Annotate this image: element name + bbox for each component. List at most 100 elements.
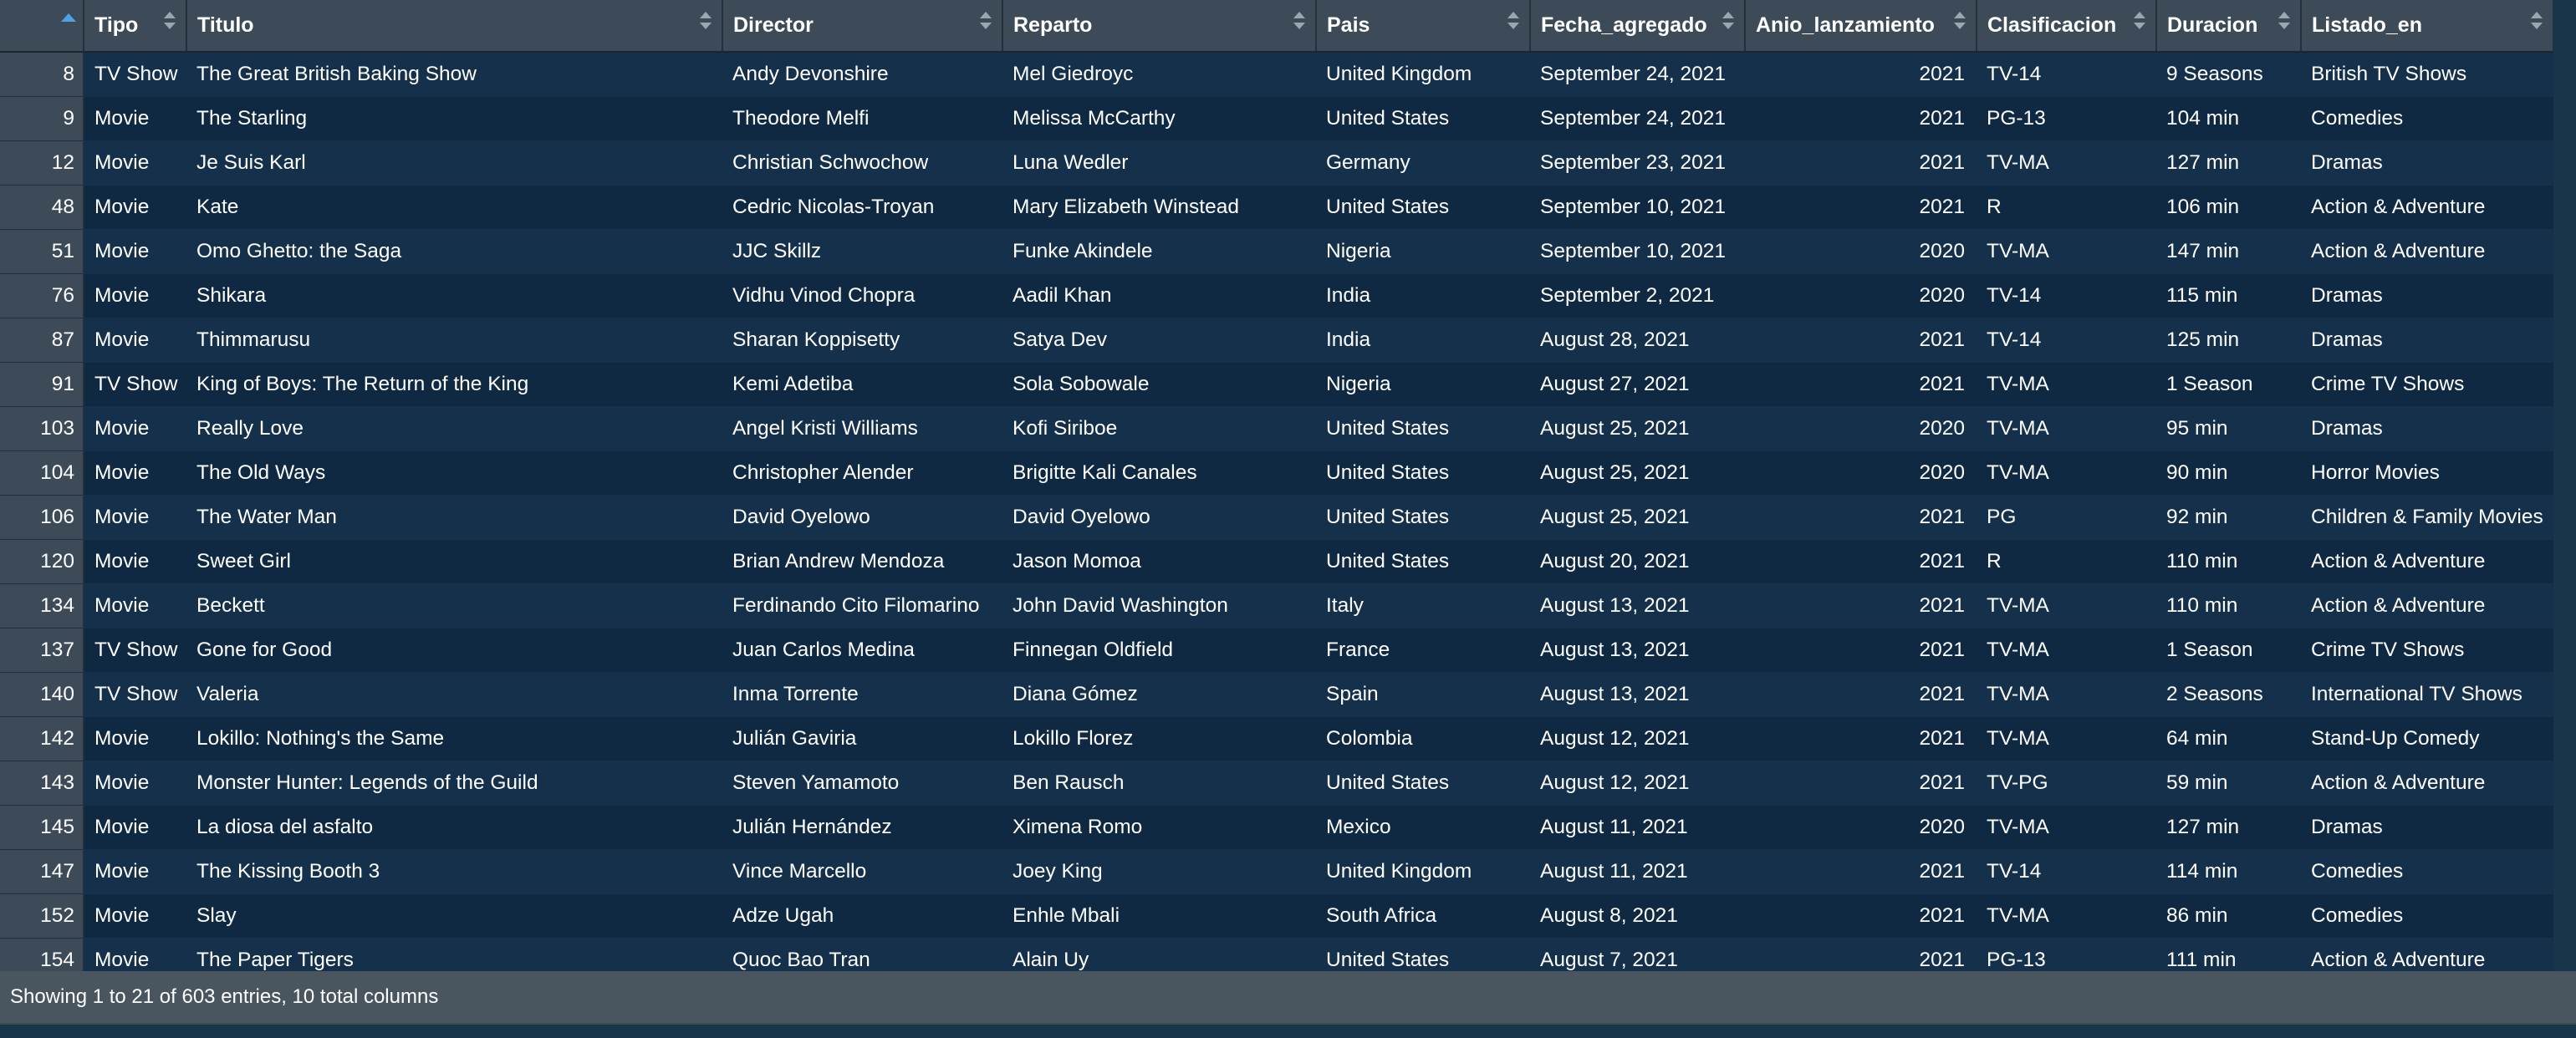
table-row[interactable]: 8 TV Show The Great British Baking Show And…	[0, 52, 2553, 97]
cell-listado: Dramas	[2301, 140, 2553, 186]
cell-pais: Mexico	[1316, 805, 1530, 850]
cell-anio: 2021	[1745, 628, 1977, 673]
cell-fecha: August 13, 2021	[1530, 672, 1745, 717]
cell-anio: 2021	[1745, 96, 1977, 141]
table-row[interactable]: 143 Movie Monster Hunter: Legends of the G…	[0, 761, 2553, 806]
cell-listado: Comedies	[2301, 893, 2553, 939]
row-index: 12	[0, 140, 84, 186]
cell-director: Theodore Melfi	[722, 96, 1002, 141]
table-row[interactable]: 91 TV Show King of Boys: The Return of the…	[0, 362, 2553, 407]
sort-both-icon[interactable]	[164, 12, 176, 32]
cell-fecha: August 11, 2021	[1530, 805, 1745, 850]
cell-pais: Germany	[1316, 140, 1530, 186]
table-row[interactable]: 48 Movie Kate Cedric Nicolas-Troyan Mary Eli…	[0, 185, 2553, 230]
column-header-pais[interactable]: Pais	[1316, 0, 1531, 53]
table-row[interactable]: 106 Movie The Water Man David Oyelowo David …	[0, 495, 2553, 540]
table-row[interactable]: 154 Movie The Paper Tigers Quoc Bao Tran Ala…	[0, 938, 2553, 971]
column-header-titulo[interactable]: Titulo	[186, 0, 723, 53]
sort-both-icon[interactable]	[2531, 12, 2543, 32]
column-header-anio[interactable]: Anio_lanzamiento	[1745, 0, 1977, 53]
column-header-duracion[interactable]: Duracion	[2156, 0, 2302, 53]
cell-anio: 2021	[1745, 938, 1977, 971]
cell-pais: United States	[1316, 938, 1530, 971]
cell-anio: 2020	[1745, 273, 1977, 318]
cell-fecha: September 24, 2021	[1530, 96, 1745, 141]
table-row[interactable]: 103 Movie Really Love Angel Kristi Williams…	[0, 406, 2553, 451]
cell-tipo: Movie	[84, 140, 186, 186]
cell-listado: Action & Adventure	[2301, 938, 2553, 971]
column-header-fecha[interactable]: Fecha_agregado	[1530, 0, 1746, 53]
sort-both-icon[interactable]	[2278, 12, 2290, 32]
table-row[interactable]: 87 Movie Thimmarusu Sharan Koppisetty Satya …	[0, 318, 2553, 363]
sort-both-icon[interactable]	[2134, 12, 2145, 32]
column-header-label: Duracion	[2167, 13, 2258, 37]
cell-director: Julián Gaviria	[722, 716, 1002, 761]
cell-anio: 2020	[1745, 229, 1977, 274]
table-row[interactable]: 142 Movie Lokillo: Nothing's the Same Juliá…	[0, 716, 2553, 761]
cell-titulo: Je Suis Karl	[186, 140, 722, 186]
table-scroll-area[interactable]: Tipo Titulo Director Reparto Pais Fecha_agreg…	[0, 0, 2576, 971]
sort-ascending-icon[interactable]	[61, 13, 76, 22]
cell-tipo: Movie	[84, 938, 186, 971]
table-row[interactable]: 76 Movie Shikara Vidhu Vinod Chopra Aadil Kh…	[0, 273, 2553, 318]
sort-both-icon[interactable]	[980, 12, 992, 32]
table-row[interactable]: 152 Movie Slay Adze Ugah Enhle Mbali South Af…	[0, 893, 2553, 939]
cell-duracion: 127 min	[2156, 140, 2301, 186]
sort-both-icon[interactable]	[1507, 12, 1519, 32]
table-row[interactable]: 9 Movie The Starling Theodore Melfi Melissa …	[0, 96, 2553, 141]
table-row[interactable]: 140 TV Show Valeria Inma Torrente Diana Góme…	[0, 672, 2553, 717]
table-row[interactable]: 104 Movie The Old Ways Christopher Alender B…	[0, 450, 2553, 496]
cell-fecha: August 12, 2021	[1530, 716, 1745, 761]
table-footer-info: Showing 1 to 21 of 603 entries, 10 total…	[0, 971, 2576, 1023]
sort-both-icon[interactable]	[1722, 12, 1734, 32]
cell-anio: 2020	[1745, 450, 1977, 496]
cell-director: JJC Skillz	[722, 229, 1002, 274]
cell-reparto: Ximena Romo	[1002, 805, 1316, 850]
sort-both-icon[interactable]	[1293, 12, 1305, 32]
table-row[interactable]: 51 Movie Omo Ghetto: the Saga JJC Skillz Fun…	[0, 229, 2553, 274]
bottom-strip	[0, 1023, 2576, 1038]
table-row[interactable]: 120 Movie Sweet Girl Brian Andrew Mendoza Ja…	[0, 539, 2553, 584]
cell-fecha: August 28, 2021	[1530, 318, 1745, 363]
data-table: Tipo Titulo Director Reparto Pais Fecha_agreg…	[0, 0, 2554, 971]
column-header-reparto[interactable]: Reparto	[1002, 0, 1317, 53]
row-index: 134	[0, 583, 84, 628]
cell-clasificacion: TV-MA	[1977, 140, 2156, 186]
cell-titulo: The Water Man	[186, 495, 722, 540]
cell-anio: 2021	[1745, 893, 1977, 939]
table-row[interactable]: 145 Movie La diosa del asfalto Julián Herná…	[0, 805, 2553, 850]
cell-tipo: Movie	[84, 318, 186, 363]
column-header-index[interactable]	[0, 0, 84, 53]
column-header-clasificacion[interactable]: Clasificacion	[1977, 0, 2157, 53]
row-index: 143	[0, 761, 84, 806]
cell-tipo: Movie	[84, 96, 186, 141]
cell-fecha: September 10, 2021	[1530, 185, 1745, 230]
cell-clasificacion: TV-14	[1977, 318, 2156, 363]
cell-titulo: Omo Ghetto: the Saga	[186, 229, 722, 274]
cell-director: Cedric Nicolas-Troyan	[722, 185, 1002, 230]
cell-director: Vince Marcello	[722, 849, 1002, 894]
cell-fecha: August 25, 2021	[1530, 495, 1745, 540]
table-row[interactable]: 147 Movie The Kissing Booth 3 Vince Marcell…	[0, 849, 2553, 894]
data-viewer: Tipo Titulo Director Reparto Pais Fecha_agreg…	[0, 0, 2576, 1038]
cell-director: Steven Yamamoto	[722, 761, 1002, 806]
table-row[interactable]: 137 TV Show Gone for Good Juan Carlos Medin…	[0, 628, 2553, 673]
cell-titulo: King of Boys: The Return of the King	[186, 362, 722, 407]
cell-titulo: Slay	[186, 893, 722, 939]
cell-reparto: Diana Gómez	[1002, 672, 1316, 717]
cell-pais: United Kingdom	[1316, 849, 1530, 894]
sort-both-icon[interactable]	[700, 12, 712, 32]
sort-both-icon[interactable]	[1954, 12, 1966, 32]
cell-pais: Nigeria	[1316, 362, 1530, 407]
table-row[interactable]: 12 Movie Je Suis Karl Christian Schwochow Lu…	[0, 140, 2553, 186]
cell-pais: United States	[1316, 450, 1530, 496]
table-row[interactable]: 134 Movie Beckett Ferdinando Cito Filomarin…	[0, 583, 2553, 628]
row-index: 87	[0, 318, 84, 363]
cell-fecha: August 27, 2021	[1530, 362, 1745, 407]
column-header-director[interactable]: Director	[722, 0, 1003, 53]
cell-fecha: August 7, 2021	[1530, 938, 1745, 971]
column-header-listado[interactable]: Listado_en	[2301, 0, 2554, 53]
cell-clasificacion: TV-MA	[1977, 893, 2156, 939]
column-header-tipo[interactable]: Tipo	[84, 0, 187, 53]
cell-anio: 2021	[1745, 362, 1977, 407]
